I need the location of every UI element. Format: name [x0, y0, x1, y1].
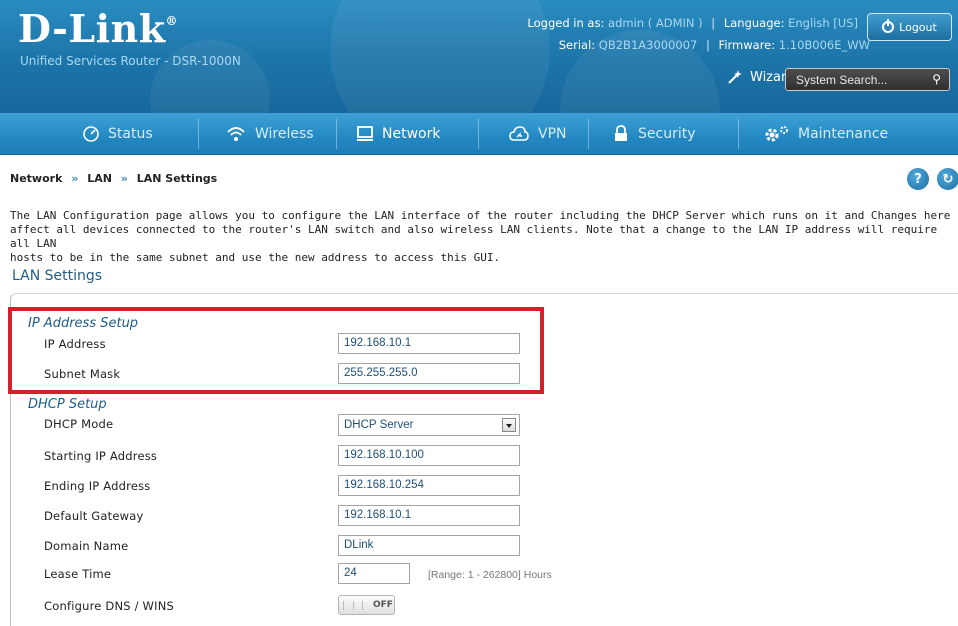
- device-info: Serial: QB2B1A3000007 | Firmware: 1.10B0…: [558, 38, 870, 52]
- logged-in-user: admin ( ADMIN ): [608, 16, 703, 30]
- dhcp-mode-select[interactable]: DHCP Server: [338, 414, 520, 436]
- default-gateway-label: Default Gateway: [44, 509, 144, 523]
- refresh-icon[interactable]: ↻: [937, 168, 958, 190]
- tab-security[interactable]: Security: [612, 113, 696, 155]
- lease-time-input[interactable]: 24: [338, 563, 410, 584]
- header-bar: D-Link® Unified Services Router - DSR-10…: [0, 0, 958, 113]
- page-description: The LAN Configuration page allows you to…: [10, 209, 951, 264]
- firmware-version: 1.10B006E_WW: [778, 38, 870, 52]
- network-icon: [357, 126, 373, 141]
- configure-dns-toggle[interactable]: OFF: [338, 595, 395, 615]
- ending-ip-label: Ending IP Address: [44, 479, 151, 493]
- breadcrumb-network[interactable]: Network: [10, 172, 62, 185]
- main-nav: Status Wireless Network VPN Security Mai…: [0, 113, 958, 155]
- configure-dns-label: Configure DNS / WINS: [44, 599, 175, 613]
- dlink-logo: D-Link®: [18, 6, 179, 51]
- tab-network[interactable]: Network: [356, 113, 440, 155]
- power-icon: [882, 19, 895, 33]
- starting-ip-label: Starting IP Address: [44, 449, 158, 463]
- tab-vpn[interactable]: VPN: [508, 113, 567, 155]
- breadcrumb-lan-settings: LAN Settings: [136, 172, 218, 185]
- lease-time-label: Lease Time: [44, 567, 112, 581]
- domain-name-label: Domain Name: [44, 539, 129, 553]
- lock-icon: [615, 125, 627, 141]
- starting-ip-input[interactable]: 192.168.10.100: [338, 445, 520, 466]
- login-info: Logged in as: admin ( ADMIN ) | Language…: [527, 16, 858, 30]
- serial-number: QB2B1A3000007: [598, 38, 698, 52]
- help-icon[interactable]: ?: [907, 168, 929, 190]
- logout-button[interactable]: Logout: [867, 13, 952, 41]
- domain-name-input[interactable]: DLink: [338, 535, 520, 556]
- default-gateway-input[interactable]: 192.168.10.1: [338, 505, 520, 526]
- highlight-box: [8, 307, 544, 394]
- gear-icon: [765, 126, 788, 142]
- ending-ip-input[interactable]: 192.168.10.254: [338, 475, 520, 496]
- wireless-icon: [227, 127, 245, 141]
- page-title: LAN Settings: [12, 268, 103, 284]
- breadcrumb-lan[interactable]: LAN: [87, 172, 112, 185]
- dhcp-setup-title: DHCP Setup: [28, 397, 107, 412]
- language-link[interactable]: English [US]: [788, 16, 858, 30]
- tab-wireless[interactable]: Wireless: [225, 113, 314, 155]
- product-subtitle: Unified Services Router - DSR-1000N: [20, 54, 241, 68]
- breadcrumb: Network » LAN » LAN Settings: [10, 172, 218, 185]
- vpn-icon: [509, 126, 529, 141]
- dhcp-mode-label: DHCP Mode: [44, 417, 114, 431]
- lease-range-hint: [Range: 1 - 262800] Hours: [428, 569, 552, 581]
- tab-status[interactable]: Status: [82, 113, 153, 155]
- chevron-down-icon[interactable]: [502, 418, 516, 432]
- system-search-input[interactable]: System Search... ⚲: [785, 68, 950, 91]
- magic-wand-icon: [728, 70, 742, 84]
- toggle-knob: [343, 601, 363, 610]
- search-icon[interactable]: ⚲: [932, 72, 941, 86]
- tab-maintenance[interactable]: Maintenance: [762, 113, 888, 155]
- status-icon: [83, 126, 99, 142]
